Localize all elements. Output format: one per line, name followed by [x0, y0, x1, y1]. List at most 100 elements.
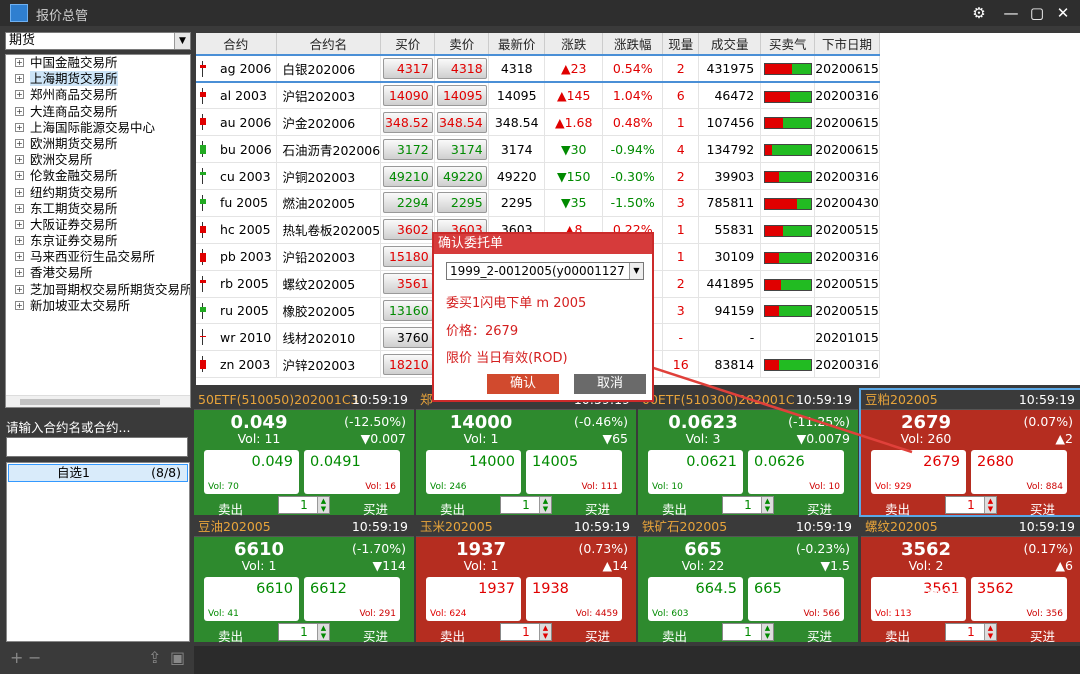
quantity-value[interactable]: 1 — [522, 625, 530, 639]
column-header[interactable]: 涨跌幅 — [602, 33, 664, 56]
column-header[interactable]: 下市日期 — [814, 33, 880, 56]
column-header[interactable]: 买卖气 — [760, 33, 816, 56]
search-input[interactable] — [6, 437, 188, 457]
exchange-tree-item[interactable]: + 大阪证券交易所 — [6, 217, 190, 233]
bid-price-button[interactable]: 3760 — [382, 326, 433, 348]
bid-price[interactable]: 2679 — [923, 454, 960, 470]
expand-plus-icon[interactable]: + — [15, 252, 24, 262]
column-header[interactable]: 涨跌 — [544, 33, 604, 56]
stepper-arrows-icon[interactable]: ▲ ▼ — [761, 497, 773, 513]
exchange-tree-item[interactable]: + 马来西亚衍生品交易所 — [6, 249, 190, 265]
quantity-stepper[interactable]: 1 ▲ ▼ — [945, 496, 997, 514]
bid-price-button[interactable]: 49210 — [382, 165, 433, 187]
sell-button[interactable]: 卖出 — [662, 499, 687, 518]
column-header[interactable]: 合约 — [196, 33, 277, 56]
sell-button[interactable]: 卖出 — [440, 499, 465, 518]
remove-icon[interactable]: − — [28, 648, 41, 667]
exchange-tree-item[interactable]: + 东工期货交易所 — [6, 201, 190, 217]
quantity-stepper[interactable]: 1 ▲ ▼ — [722, 623, 774, 641]
buy-button[interactable]: 买进 — [585, 626, 610, 645]
buy-button[interactable]: 买进 — [363, 626, 388, 645]
exchange-tree-item[interactable]: + 伦敦金融交易所 — [6, 168, 190, 184]
bid-price-button[interactable]: 348.52 — [382, 111, 433, 133]
ask-box[interactable]: 0.0626 Vol: 10 — [748, 450, 844, 494]
ask-price-button[interactable]: 49220 — [436, 165, 487, 187]
chevron-down-icon[interactable]: ▼ — [629, 263, 643, 279]
quantity-value[interactable]: 1 — [522, 498, 530, 512]
tree-horizontal-scrollbar[interactable] — [6, 395, 190, 407]
chevron-down-icon[interactable]: ▼ — [174, 33, 190, 49]
ask-price[interactable]: 0.0626 — [754, 454, 805, 470]
bid-price-button[interactable]: 3172 — [382, 138, 433, 160]
exchange-tree-item[interactable]: + 欧洲期货交易所 — [6, 136, 190, 152]
bid-price-button[interactable]: 15180 — [382, 246, 433, 268]
stepper-arrows-icon[interactable]: ▲ ▼ — [317, 624, 329, 640]
quantity-stepper[interactable]: 1 ▲ ▼ — [500, 623, 552, 641]
confirm-button[interactable]: 确认 — [487, 374, 559, 394]
stepper-arrows-icon[interactable]: ▲ ▼ — [984, 624, 996, 640]
expand-plus-icon[interactable]: + — [15, 74, 24, 84]
settings-gear-icon[interactable]: ⚙ — [966, 2, 992, 24]
expand-plus-icon[interactable]: + — [15, 155, 24, 165]
quote-row[interactable]: al 2003 沪铝202003 14090 14095 14095 ▲145 1.04% 6… — [196, 81, 880, 110]
ask-box[interactable]: 2680 Vol: 884 — [971, 450, 1067, 494]
sell-button[interactable]: 卖出 — [662, 626, 687, 645]
quantity-stepper[interactable]: 1 ▲ ▼ — [945, 623, 997, 641]
bid-box[interactable]: 664.5 Vol: 603 — [648, 577, 743, 621]
expand-plus-icon[interactable]: + — [15, 300, 24, 310]
quote-row[interactable]: fu 2005 燃油202005 2294 2295 2295 ▼35 -1.50% 3 785… — [196, 189, 880, 217]
bid-price[interactable]: 664.5 — [695, 581, 737, 597]
ask-price[interactable]: 665 — [754, 581, 782, 597]
quote-row[interactable]: cu 2003 沪铜202003 49210 49220 49220 ▼150 -0.30%… — [196, 162, 880, 190]
quantity-stepper[interactable]: 1 ▲ ▼ — [722, 496, 774, 514]
account-select[interactable]: 1999_2-0012005(y00001127 ▼ — [446, 262, 644, 280]
expand-plus-icon[interactable]: + — [15, 268, 24, 278]
ask-price-button[interactable]: 2295 — [436, 192, 487, 214]
expand-plus-icon[interactable]: + — [15, 236, 24, 246]
exchange-tree-item[interactable]: + 上海国际能源交易中心 — [6, 120, 190, 136]
quantity-stepper[interactable]: 1 ▲ ▼ — [278, 496, 330, 514]
bid-box[interactable]: 6610 Vol: 41 — [204, 577, 299, 621]
quantity-value[interactable]: 1 — [967, 625, 975, 639]
sell-button[interactable]: 卖出 — [440, 626, 465, 645]
close-button[interactable]: ✕ — [1050, 2, 1076, 24]
exchange-tree-item[interactable]: + 大连商品交易所 — [6, 104, 190, 120]
exchange-tree-item[interactable]: + 纽约期货交易所 — [6, 185, 190, 201]
bid-box[interactable]: 0.0621 Vol: 10 — [648, 450, 743, 494]
column-header[interactable]: 最新价 — [488, 33, 546, 56]
ask-box[interactable]: 14005 Vol: 111 — [526, 450, 622, 494]
ask-price[interactable]: 3562 — [977, 581, 1014, 597]
bid-price-button[interactable]: 14090 — [382, 85, 433, 107]
minimize-button[interactable]: — — [998, 2, 1024, 24]
expand-plus-icon[interactable]: + — [15, 58, 24, 67]
bid-price-button[interactable]: 13160 — [382, 299, 433, 321]
column-header[interactable]: 卖价 — [434, 33, 490, 56]
buy-button[interactable]: 买进 — [1030, 499, 1055, 518]
buy-button[interactable]: 买进 — [1030, 626, 1055, 645]
buy-button[interactable]: 买进 — [585, 499, 610, 518]
ask-box[interactable]: 3562 Vol: 356 — [971, 577, 1067, 621]
sell-button[interactable]: 卖出 — [885, 499, 910, 518]
expand-plus-icon[interactable]: + — [15, 187, 24, 197]
expand-plus-icon[interactable]: + — [15, 138, 24, 148]
stepper-arrows-icon[interactable]: ▲ ▼ — [984, 497, 996, 513]
quote-tile[interactable]: 50ETF(510050)202001C3 10:59:19 0.049 Vol: 1… — [194, 390, 414, 517]
quote-tile[interactable]: 郑10:59:1914000Vol: 1(-0.46%)▼6514000Vol:… — [416, 390, 636, 518]
stepper-arrows-icon[interactable]: ▲ ▼ — [317, 497, 329, 513]
bid-box[interactable]: 1937 Vol: 624 — [426, 577, 521, 621]
quote-tile[interactable]: 豆粕202005 10:59:19 2679 Vol: 260 (0.07%) ▲2 267… — [859, 388, 1080, 518]
quantity-value[interactable]: 1 — [744, 625, 752, 639]
ask-price[interactable]: 1938 — [532, 581, 569, 597]
quantity-value[interactable]: 1 — [300, 498, 308, 512]
ask-price-button[interactable]: 348.54 — [436, 111, 487, 133]
quantity-stepper[interactable]: 1 ▲ ▼ — [278, 623, 330, 641]
exchange-tree-item[interactable]: + 中国金融交易所 — [6, 55, 190, 71]
exchange-tree-item[interactable]: + 香港交易所 — [6, 265, 190, 281]
bid-box[interactable]: 2679 Vol: 929 — [871, 450, 966, 494]
stepper-arrows-icon[interactable]: ▲ ▼ — [761, 624, 773, 640]
ask-price-button[interactable]: 4318 — [436, 57, 487, 79]
ask-box[interactable]: 6612 Vol: 291 — [304, 577, 400, 621]
bid-price[interactable]: 6610 — [256, 581, 293, 597]
bid-price[interactable]: 1937 — [478, 581, 515, 597]
expand-plus-icon[interactable]: + — [15, 284, 24, 294]
